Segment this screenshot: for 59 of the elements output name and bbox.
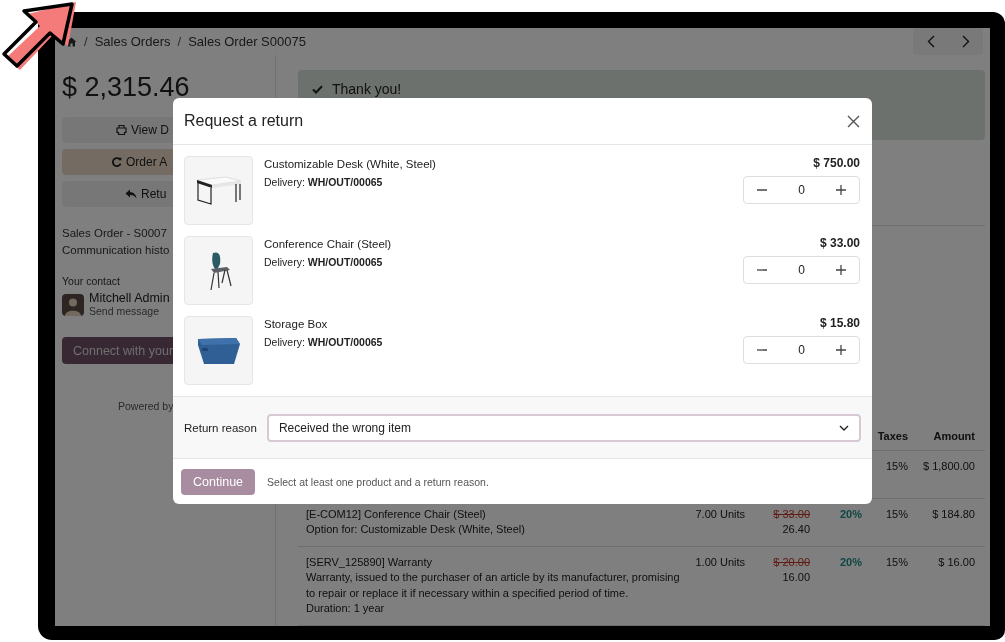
chevron-left-icon [926, 35, 935, 48]
refresh-icon [112, 157, 122, 167]
list-price-cell: $ 20.00 [773, 554, 810, 570]
order-total: $ 2,315.46 [62, 71, 191, 104]
product-note: Option for: Customizable Desk (White, Steel) [306, 522, 526, 537]
hint-text: Select at least one product and a return reason. [267, 475, 489, 488]
quantity-cell: 1.00 Units [695, 554, 745, 570]
product-price: $ 15.80 [819, 316, 860, 330]
plus-icon[interactable] [836, 185, 846, 195]
quantity-stepper[interactable]: 0 [743, 176, 860, 204]
contact-name: Mitchell Admin [89, 291, 170, 305]
product-name: [SERV_125890] Warranty [306, 554, 433, 570]
unit-price-cell-text: 16.00 [782, 570, 810, 585]
product-note: Warranty, issued to the purchaser of an article by its manufacturer, promising to repair or replace it if necessary within a specified period of time. [306, 570, 681, 601]
amount-cell: $ 184.80 [932, 506, 975, 522]
column-header: Taxes [876, 430, 908, 442]
plus-icon[interactable] [836, 345, 846, 355]
plus-icon[interactable] [836, 265, 846, 275]
quantity-stepper[interactable]: 0 [743, 336, 860, 364]
discount-cell: 20% [839, 506, 862, 522]
breadcrumb-separator: / [177, 34, 182, 49]
check-icon [312, 85, 323, 94]
column-header: Amount [932, 430, 975, 442]
amount-cell: $ 16.00 [938, 554, 975, 570]
product-name: Storage Box [264, 317, 329, 331]
product-note: Duration: 1 year [306, 601, 386, 616]
quantity-cell: 7.00 Units [695, 506, 745, 522]
avatar-icon [62, 293, 84, 316]
chevron-down-icon [839, 424, 849, 431]
home-icon[interactable] [66, 36, 77, 47]
discount-cell: 20% [839, 554, 862, 570]
quantity-stepper[interactable]: 0 [743, 256, 860, 284]
order-reference: Sales Order - S0007 [62, 226, 168, 241]
reply-arrow-icon [125, 189, 137, 199]
printer-icon [116, 125, 127, 135]
storage-box-drawing [195, 335, 242, 366]
product-name: [E-COM12] Conference Chair (Steel) [306, 506, 487, 522]
amount-cell-text: $ 1,800.00 [923, 459, 975, 474]
product-name: Conference Chair (Steel) [264, 237, 393, 251]
breadcrumb-link[interactable]: Sales Orders [94, 34, 171, 49]
taxes-cell: 15% [885, 506, 908, 522]
powered-by-text: Powered by [117, 400, 175, 412]
product-price: $ 33.00 [819, 236, 860, 250]
desk-drawing [195, 175, 242, 206]
taxes-cell-text: 15% [885, 459, 908, 474]
field-label: Return reason [184, 421, 257, 434]
unit-price-cell-text: 26.40 [782, 522, 810, 537]
delivery-reference: Delivery: WH/OUT/00065 [264, 255, 384, 269]
alert-message: Thank you! [332, 81, 402, 98]
contact-label: Your contact [62, 275, 121, 287]
breadcrumb-separator: / [84, 34, 88, 49]
taxes-cell: 15% [885, 554, 908, 570]
breadcrumb-current: Sales Order S00075 [188, 34, 306, 49]
chevron-right-icon [961, 35, 970, 48]
list-price-cell: $ 33.00 [773, 506, 810, 522]
reason-select[interactable]: Received the wrong item [266, 413, 861, 442]
send-message-link[interactable]: Send message [89, 305, 170, 318]
close-icon[interactable] [847, 114, 860, 128]
product-price: $ 750.00 [813, 156, 860, 170]
